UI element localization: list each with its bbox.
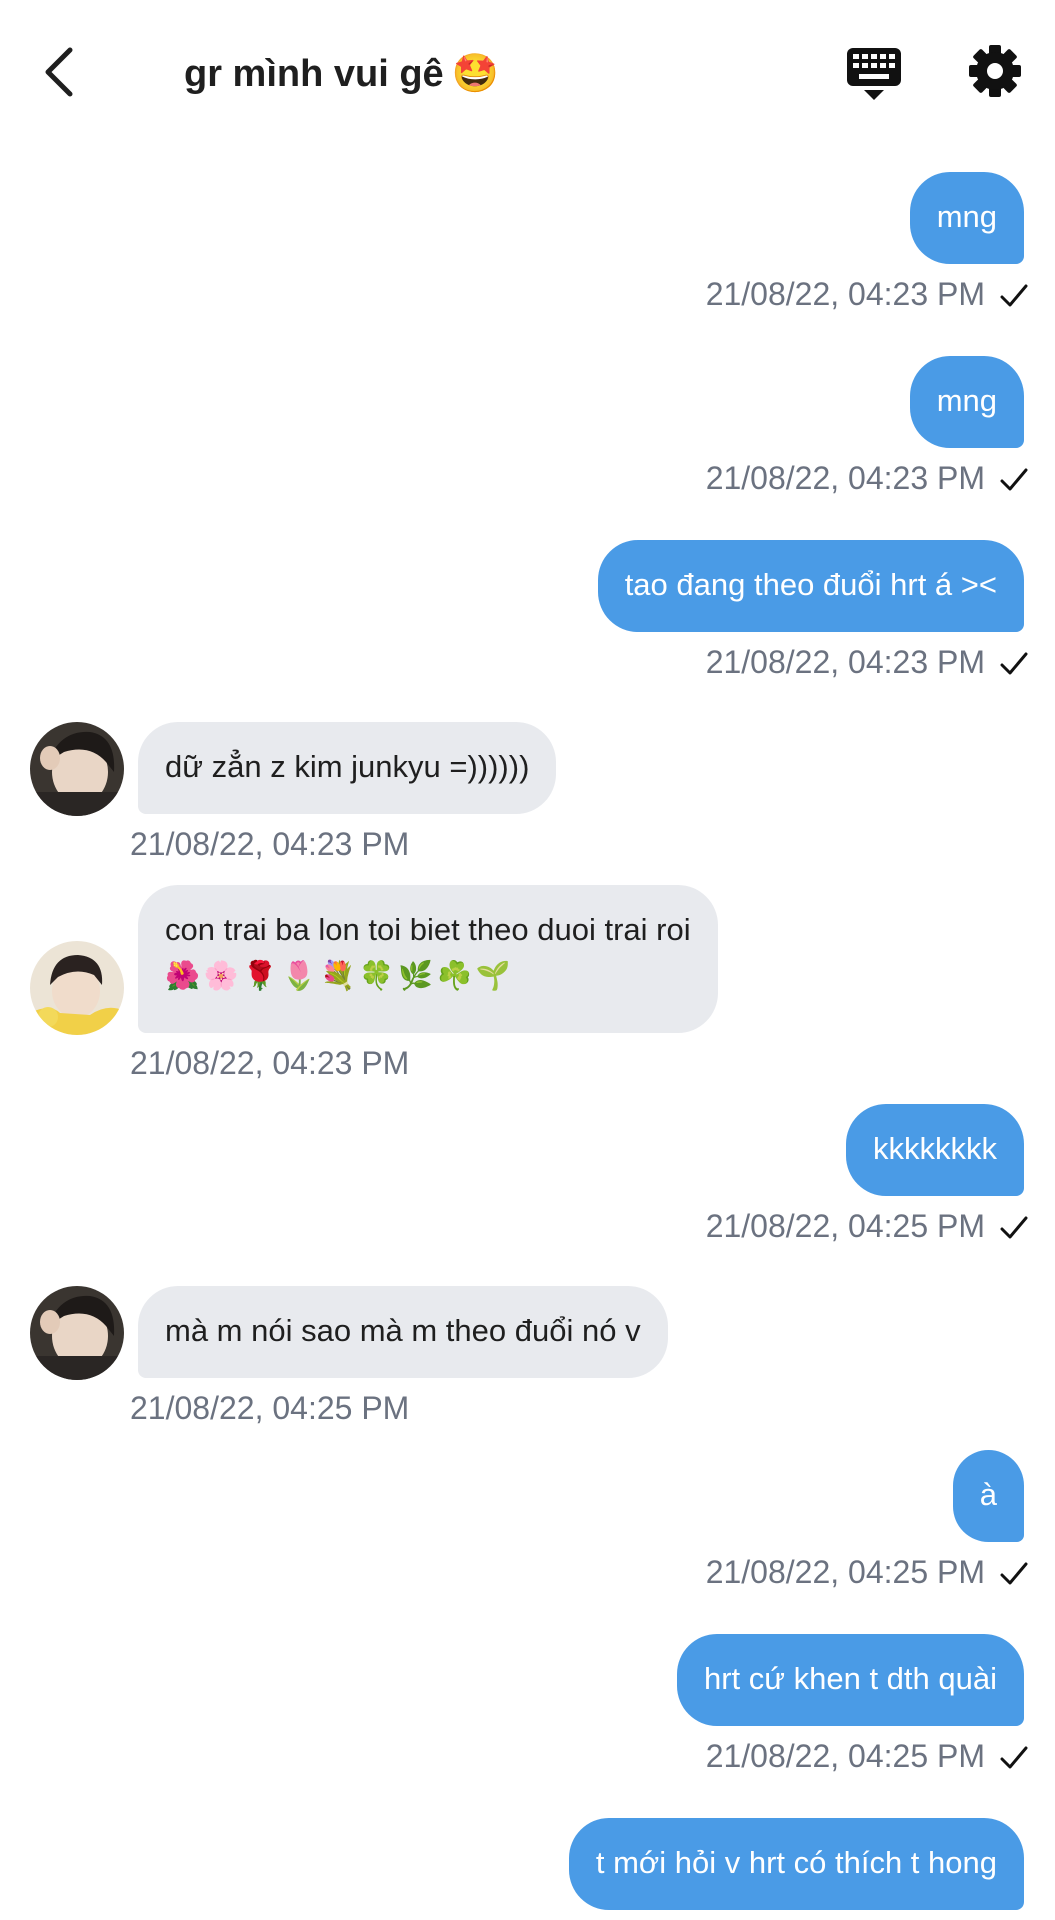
message-text: kkkkkkkk bbox=[873, 1131, 997, 1166]
message-list[interactable]: mng 21/08/22, 04:23 PM mng 21/08/22, 04:… bbox=[0, 140, 1055, 1920]
chat-title-emoji: 🤩 bbox=[451, 51, 500, 95]
keyboard-icon bbox=[847, 48, 901, 100]
check-icon bbox=[1000, 1746, 1028, 1769]
message-bubble[interactable]: mng bbox=[909, 356, 1024, 448]
message-text: tao đang theo đuổi hrt á >< bbox=[624, 567, 997, 602]
settings-button[interactable] bbox=[968, 44, 1022, 98]
chat-title: gr mình vui gê 🤩 bbox=[184, 48, 499, 99]
avatar-image bbox=[30, 1286, 124, 1380]
message-text: à bbox=[979, 1477, 997, 1512]
message-bubble[interactable]: dữ zẳn z kim junkyu =)))))) bbox=[138, 722, 557, 814]
check-icon bbox=[1000, 284, 1028, 307]
message-text: con trai ba lon toi biet theo duoi trai … bbox=[165, 912, 691, 947]
message-timestamp: 21/08/22, 04:25 PM bbox=[705, 1208, 985, 1244]
message-timestamp: 21/08/22, 04:25 PM bbox=[705, 1738, 985, 1774]
avatar[interactable] bbox=[30, 722, 124, 816]
back-button[interactable] bbox=[36, 44, 80, 100]
message-timestamp: 21/08/22, 04:25 PM bbox=[705, 1554, 985, 1590]
message-bubble[interactable]: tao đang theo đuổi hrt á >< bbox=[597, 540, 1024, 632]
message-bubble[interactable]: à bbox=[952, 1450, 1024, 1542]
gear-icon bbox=[969, 45, 1021, 97]
message-bubble[interactable]: hrt cứ khen t dth quài bbox=[676, 1634, 1024, 1726]
message-text: dữ zẳn z kim junkyu =)))))) bbox=[165, 749, 530, 784]
message-bubble[interactable]: con trai ba lon toi biet theo duoi trai … bbox=[138, 885, 718, 1033]
chevron-left-icon bbox=[45, 47, 73, 97]
message-text: mà m nói sao mà m theo đuổi nó v bbox=[165, 1313, 641, 1348]
message-timestamp: 21/08/22, 04:23 PM bbox=[705, 644, 985, 680]
message-timestamp: 21/08/22, 04:23 PM bbox=[705, 276, 985, 312]
avatar[interactable] bbox=[30, 1286, 124, 1380]
chat-header: gr mình vui gê 🤩 bbox=[0, 0, 1055, 140]
message-text: t mới hỏi v hrt có thích t hong bbox=[595, 1845, 997, 1880]
message-bubble[interactable]: mà m nói sao mà m theo đuổi nó v bbox=[138, 1286, 668, 1378]
check-icon bbox=[1000, 468, 1028, 491]
check-icon bbox=[1000, 1216, 1028, 1239]
message-emoji-line: 🌺🌸🌹🌷💐🍀🌿☘️🌱 bbox=[165, 959, 515, 992]
avatar-image bbox=[30, 722, 124, 816]
message-timestamp: 21/08/22, 04:23 PM bbox=[130, 1045, 410, 1081]
message-timestamp: 21/08/22, 04:25 PM bbox=[130, 1390, 410, 1426]
message-bubble[interactable]: mng bbox=[909, 172, 1024, 264]
message-text: mng bbox=[936, 199, 997, 234]
message-text: hrt cứ khen t dth quài bbox=[703, 1661, 997, 1696]
message-timestamp: 21/08/22, 04:23 PM bbox=[705, 460, 985, 496]
chat-title-text: gr mình vui gê bbox=[184, 53, 444, 95]
message-timestamp: 21/08/22, 04:23 PM bbox=[130, 826, 410, 862]
message-bubble[interactable]: kkkkkkkk bbox=[846, 1104, 1024, 1196]
check-icon bbox=[1000, 1562, 1028, 1585]
avatar[interactable] bbox=[30, 941, 124, 1035]
keyboard-button[interactable] bbox=[846, 44, 902, 102]
check-icon bbox=[1000, 652, 1028, 675]
avatar-image bbox=[30, 941, 124, 1035]
message-text: mng bbox=[936, 383, 997, 418]
message-bubble[interactable]: t mới hỏi v hrt có thích t hong bbox=[568, 1818, 1024, 1910]
